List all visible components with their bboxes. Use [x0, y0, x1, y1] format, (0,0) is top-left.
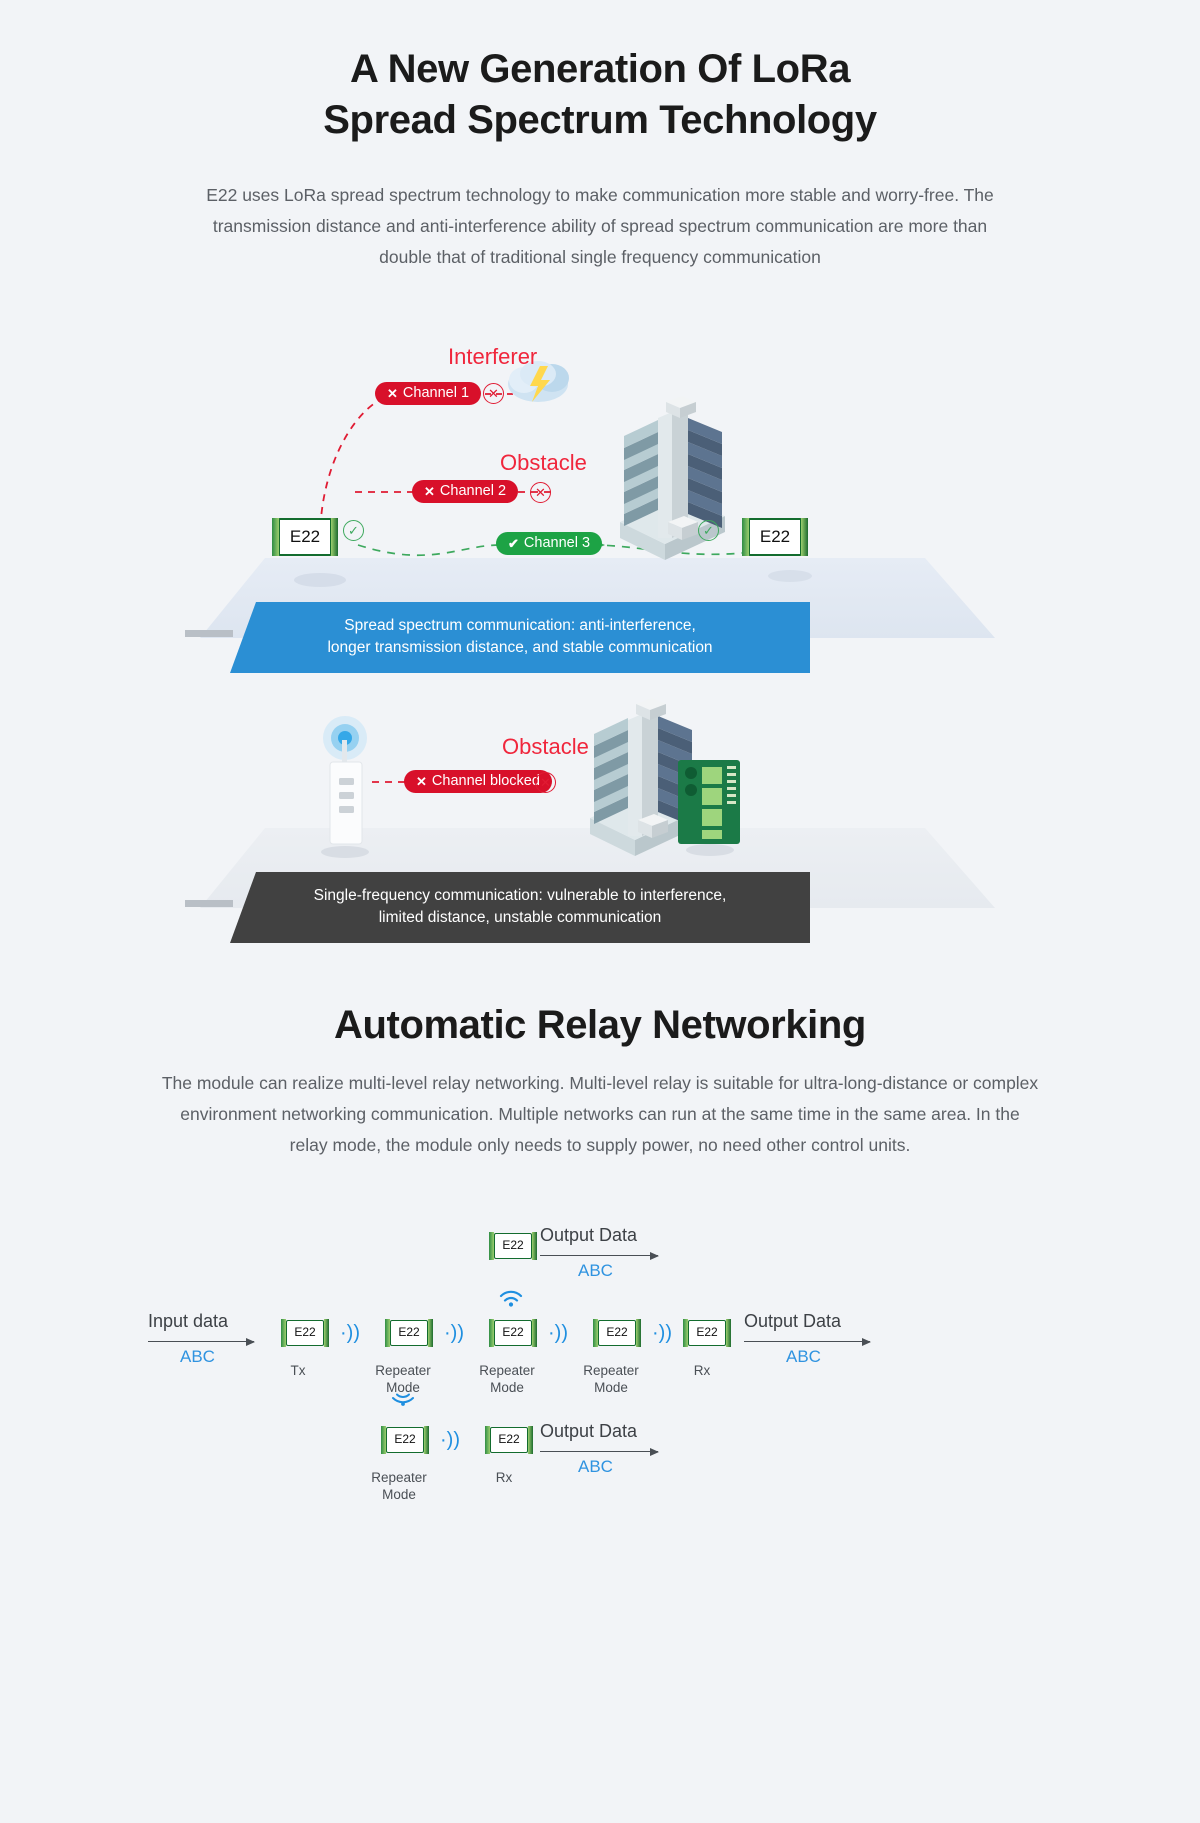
label-obstacle-spread: Obstacle [500, 450, 587, 475]
label-obstacle-single: Obstacle [502, 734, 589, 759]
label-interferer: Interferer [448, 344, 538, 369]
relay-node-rep-1: E22 [385, 1319, 433, 1347]
wave-icon-1: ·)) [340, 1322, 360, 1344]
device-pillar-icon [323, 716, 367, 845]
relay-input-value: ABC [180, 1347, 215, 1366]
banner-spread-spectrum: Spread spectrum communication: anti-inte… [230, 602, 810, 673]
page-title-line-1: A New Generation Of LoRa [349, 47, 851, 91]
page-title-line-2: Spread Spectrum Technology [323, 98, 877, 143]
module-e22: E22 [683, 1319, 731, 1347]
module-e22: E22 [489, 1232, 537, 1260]
wave-icon-2: ·)) [444, 1322, 464, 1344]
pill-channel-3: ✔ Channel 3 [496, 532, 603, 555]
marker-blocked-channel-2: ✕ [530, 482, 551, 503]
intro-paragraph-spread-spectrum: E22 uses LoRa spread spectrum technology… [206, 185, 994, 268]
page-title-spread-spectrum: A New Generation Of LoRa Spread Spectrum… [200, 44, 1000, 146]
module-e22: E22 [381, 1426, 429, 1454]
relay-bottom-output-label: Output Data [540, 1421, 638, 1441]
diagram-spread-spectrum: Interferer ✕ Channel 1 ✕ Obstacle ✕ Chan… [180, 340, 1020, 673]
pill-channel-2-label: Channel 2 [439, 483, 507, 499]
relay-top-output-label: Output Data [540, 1225, 638, 1245]
banner-tab-dark [185, 900, 233, 907]
module-e22: E22 [485, 1426, 533, 1454]
relay-input-arrow [148, 1337, 255, 1346]
relay-node-top-branch: E22 [489, 1232, 537, 1260]
module-e22: E22 [281, 1319, 329, 1347]
relay-node-bottom-rx-label: Rx [495, 1470, 513, 1485]
relay-top-output-value: ABC [578, 1261, 613, 1280]
pill-channel-3-wrap: ✔ Channel 3 [496, 532, 603, 555]
marker-blocked-channel-1: ✕ [483, 383, 504, 404]
relay-node-bottom-rep: E22 [381, 1426, 429, 1454]
pill-channel-blocked-wrap: ✕ Channel blocked [404, 770, 552, 793]
pill-channel-1: ✕ Channel 1 [375, 382, 482, 405]
module-e22: E22 [593, 1319, 641, 1347]
cross-icon: ✕ [387, 385, 398, 401]
cross-icon: ✕ [416, 773, 427, 789]
module-e22-left: E22 [272, 518, 338, 556]
module-e22-right-wrap: E22 [742, 518, 808, 556]
relay-node-rep-3: E22 [593, 1319, 641, 1347]
relay-bottom-output-value: ABC [578, 1457, 613, 1476]
pcb-board-icon [678, 760, 740, 844]
relay-node-rx: E22 [683, 1319, 731, 1347]
relay-top-output-arrow [540, 1251, 659, 1260]
relay-main-output-arrow [744, 1337, 871, 1346]
marker-ok-right: ✓ [698, 520, 719, 541]
banner-single-frequency: Single-frequency communication: vulnerab… [230, 872, 810, 943]
wave-icon-4: ·)) [652, 1322, 672, 1344]
pill-channel-blocked: ✕ Channel blocked [404, 770, 552, 793]
intro-paragraph-relay: The module can realize multi-level relay… [161, 1073, 1039, 1156]
wave-icon-3: ·)) [548, 1322, 568, 1344]
wifi-icon-down [392, 1393, 414, 1406]
relay-main-output-value: ABC [786, 1347, 821, 1366]
page-title-relay: Automatic Relay Networking [334, 1003, 866, 1047]
relay-node-tx-label: Tx [290, 1363, 306, 1378]
pill-channel-3-label: Channel 3 [523, 535, 591, 551]
relay-node-rx-label: Rx [693, 1363, 711, 1378]
diagram-relay-networking: Input data ABC E22 Tx ·)) E22 Repeater M… [100, 1215, 1100, 1555]
relay-node-rep-2-label: Repeater Mode [479, 1363, 535, 1395]
relay-node-rep-1-label: Repeater Mode [375, 1363, 431, 1395]
pill-channel-2-wrap: ✕ Channel 2 [412, 480, 519, 503]
check-icon: ✔ [508, 535, 519, 551]
cross-icon: ✕ [424, 483, 435, 499]
wave-icon-5: ·)) [440, 1429, 460, 1451]
relay-bottom-output-arrow [540, 1447, 659, 1456]
relay-node-tx: E22 [281, 1319, 329, 1347]
pill-channel-2: ✕ Channel 2 [412, 480, 519, 503]
module-e22-left-wrap: E22 [272, 518, 338, 556]
relay-input-label: Input data [148, 1311, 229, 1331]
pill-channel-1-wrap: ✕ Channel 1 [375, 382, 482, 405]
relay-node-bottom-rx: E22 [485, 1426, 533, 1454]
module-e22-right: E22 [742, 518, 808, 556]
relay-node-rep-3-label: Repeater Mode [583, 1363, 639, 1395]
marker-ok-left: ✓ [343, 520, 364, 541]
pill-channel-1-label: Channel 1 [402, 385, 470, 401]
marker-blocked-single: ✕ [535, 772, 556, 793]
banner-tab-blue [185, 630, 233, 637]
module-e22: E22 [385, 1319, 433, 1347]
wifi-icon-up [499, 1290, 523, 1307]
relay-main-output-label: Output Data [744, 1311, 842, 1331]
diagram-single-frequency: Obstacle ✕ Channel blocked ✕ Single-freq… [180, 698, 1020, 943]
relay-node-rep-2: E22 [489, 1319, 537, 1347]
pill-channel-blocked-label: Channel blocked [431, 773, 540, 789]
relay-node-bottom-rep-label: Repeater Mode [371, 1470, 427, 1502]
module-e22: E22 [489, 1319, 537, 1347]
